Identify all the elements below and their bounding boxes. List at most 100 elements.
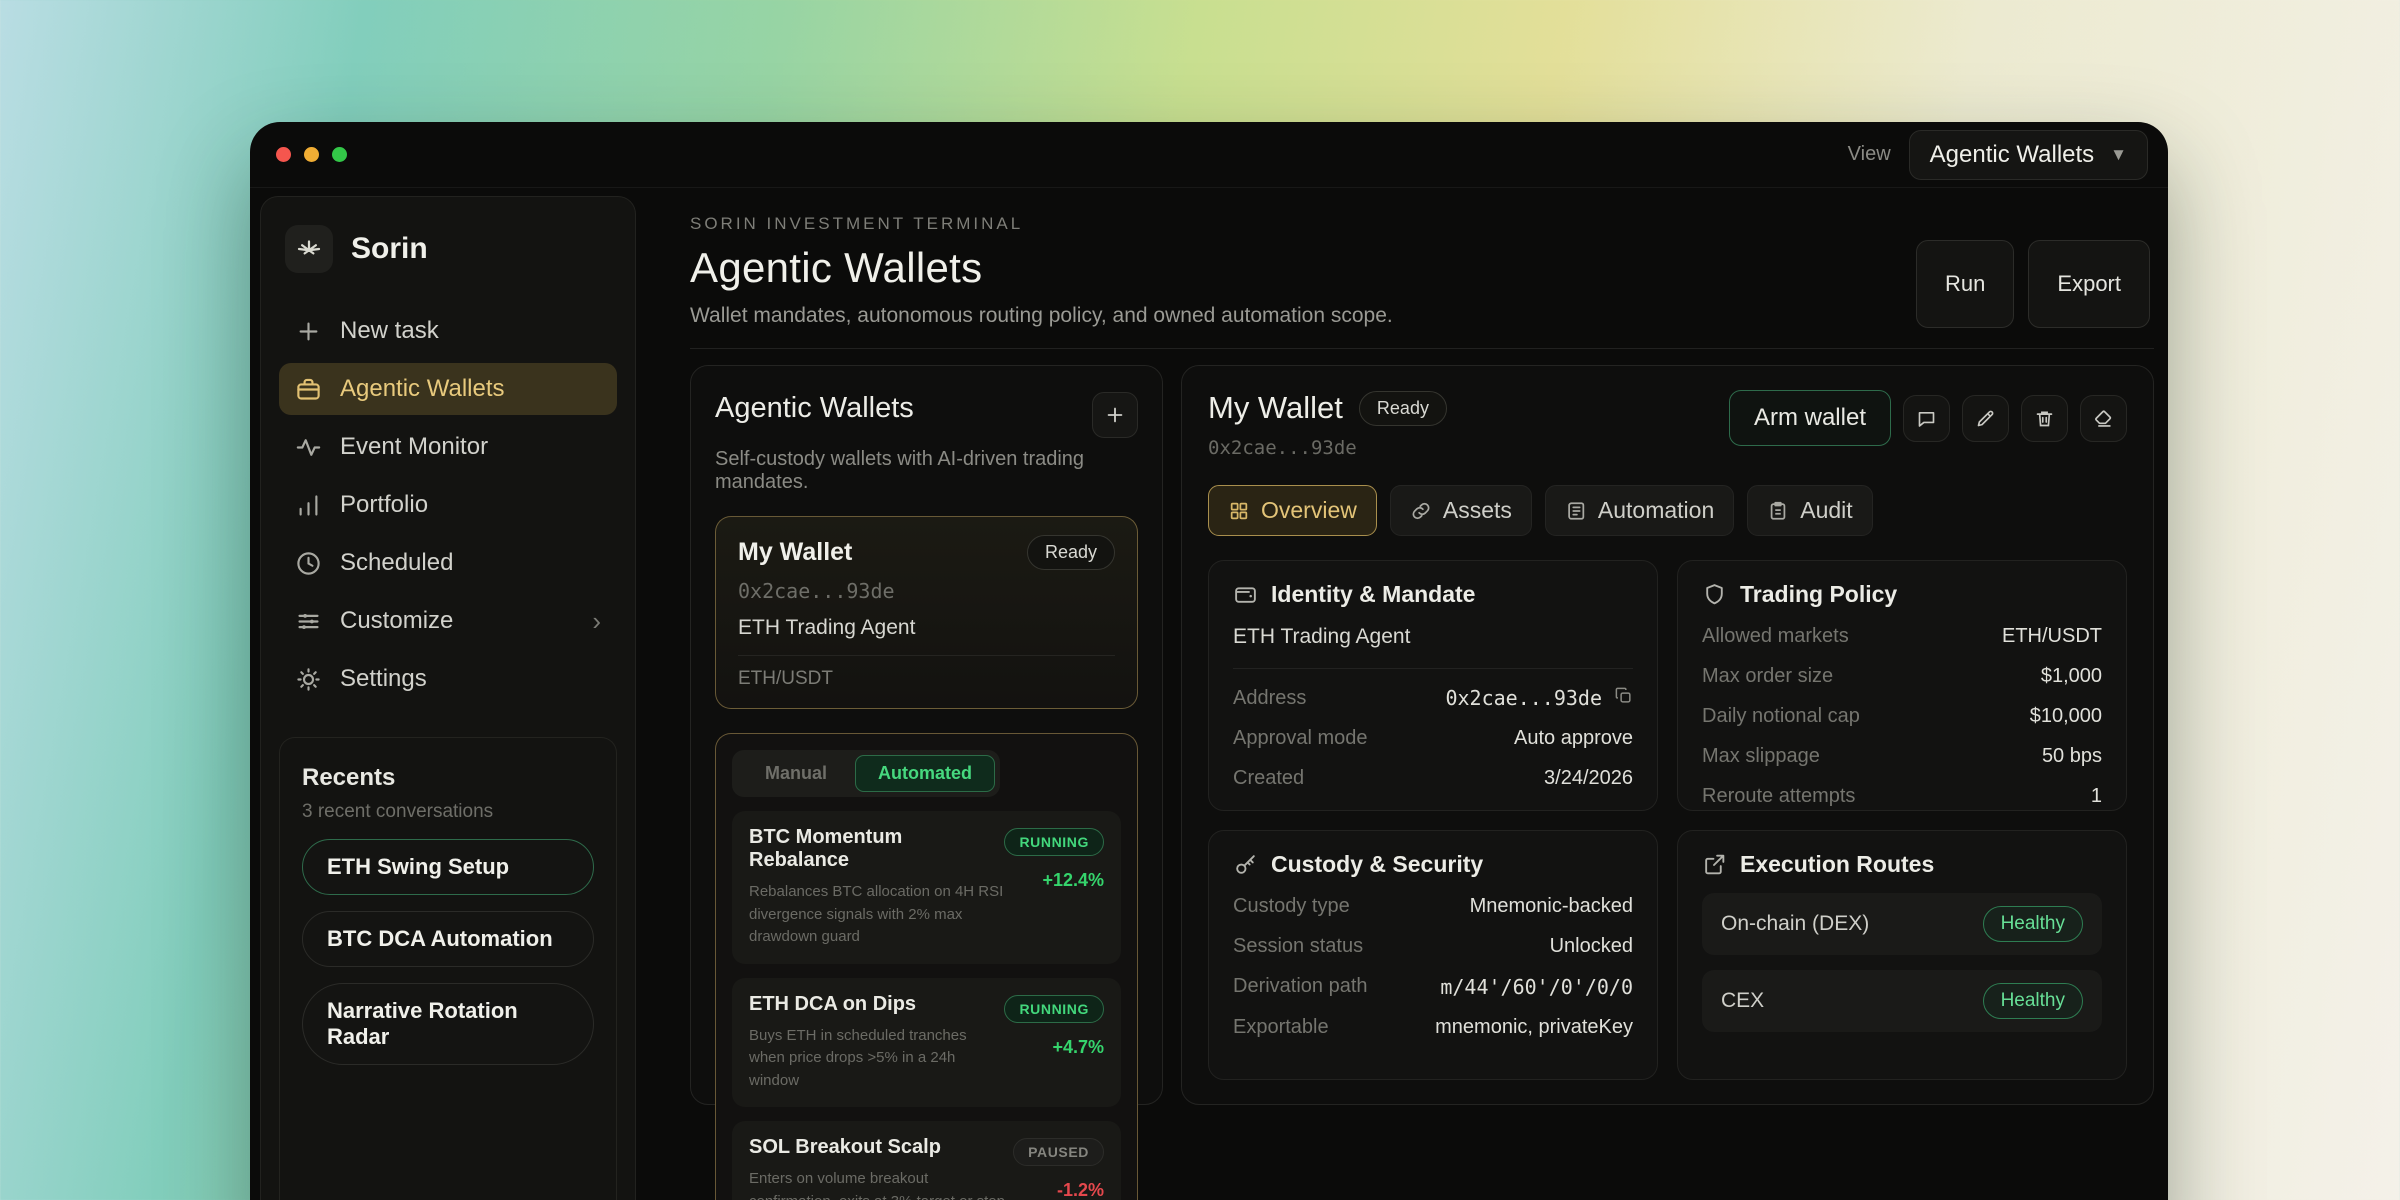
kv-label: Max order size (1702, 665, 1834, 687)
tab-label: Overview (1261, 497, 1357, 523)
kv-value: Mnemonic-backed (1469, 894, 1633, 917)
kv-value: m/44'/60'/0'/0/0 (1440, 974, 1633, 999)
detail-tabs: Overview Assets Automation Audit (1208, 485, 2127, 536)
automation-card: Manual Automated BTC Momentum Rebalance … (715, 733, 1138, 1200)
route-label: CEX (1721, 988, 1765, 1012)
identity-agent: ETH Trading Agent (1233, 625, 1411, 648)
zoom-window-button[interactable] (332, 147, 347, 162)
kv-label: Exportable (1233, 1015, 1329, 1038)
wallet-list-title: Agentic Wallets (715, 392, 914, 424)
sidebar-item-scheduled[interactable]: Scheduled (279, 537, 617, 589)
divider (738, 655, 1115, 656)
recent-conversation[interactable]: BTC DCA Automation (302, 911, 594, 967)
edit-button[interactable] (1962, 394, 2009, 442)
view-selector[interactable]: Agentic Wallets ▼ (1908, 129, 2148, 180)
main-content: SORIN INVESTMENT TERMINAL Agentic Wallet… (636, 188, 2168, 1200)
wallet-card[interactable]: My Wallet Ready 0x2cae...93de ETH Tradin… (715, 516, 1138, 709)
toggle-automated[interactable]: Automated (855, 755, 996, 792)
export-button[interactable]: Export (2028, 240, 2150, 328)
run-button[interactable]: Run (1916, 240, 2015, 328)
kv-value: 3/24/2026 (1544, 767, 1633, 789)
plus-icon (1107, 407, 1123, 423)
tab-assets[interactable]: Assets (1389, 485, 1532, 536)
sidebar-item-label: Event Monitor (340, 433, 489, 460)
sidebar-item-label: Portfolio (340, 491, 429, 518)
bar-chart-icon (299, 494, 318, 516)
strategy-performance: +4.7% (1052, 1036, 1104, 1057)
card-title: Identity & Mandate (1271, 581, 1476, 607)
link-icon (1412, 502, 1430, 519)
route-row: CEX Healthy (1702, 969, 2102, 1032)
card-title: Execution Routes (1740, 850, 1935, 877)
kv-value: ETH/USDT (2002, 625, 2102, 647)
recents-subtitle: 3 recent conversations (302, 801, 494, 822)
strategy-description: Buys ETH in scheduled tranches when pric… (749, 1026, 967, 1089)
sidebar-item-settings[interactable]: Settings (279, 653, 617, 705)
sliders-icon (298, 613, 319, 629)
pencil-icon (1977, 410, 1994, 426)
delete-button[interactable] (2021, 394, 2068, 442)
execution-routes-card: Execution Routes On-chain (DEX) Healthy … (1677, 829, 2127, 1080)
kv-label: Daily notional cap (1702, 705, 1860, 727)
recent-conversation[interactable]: ETH Swing Setup (302, 839, 594, 895)
page-header: SORIN INVESTMENT TERMINAL Agentic Wallet… (690, 188, 2154, 348)
clock-icon (297, 551, 320, 575)
activity-icon (296, 438, 321, 456)
page-title: Agentic Wallets (690, 244, 983, 291)
route-label: On-chain (DEX) (1721, 911, 1870, 935)
kv-value: 0x2cae...93de (1445, 686, 1602, 710)
sidebar-item-label: Settings (340, 665, 427, 692)
window-controls (276, 147, 347, 162)
wallet-name: My Wallet (738, 538, 853, 566)
sidebar-item-agentic-wallets[interactable]: Agentic Wallets (279, 363, 617, 415)
scroll-icon (1568, 501, 1585, 520)
arm-wallet-button[interactable]: Arm wallet (1728, 390, 1891, 446)
kv-label: Custody type (1233, 894, 1350, 917)
eraser-icon (2095, 410, 2112, 427)
custody-card: Custody & Security Custody type Mnemonic… (1208, 829, 1658, 1080)
mode-toggle: Manual Automated (732, 750, 1001, 797)
chevron-down-icon: ▼ (2110, 144, 2127, 164)
route-status-badge: Healthy (1982, 905, 2083, 942)
clear-button[interactable] (2080, 394, 2127, 442)
minimize-window-button[interactable] (304, 147, 319, 162)
add-wallet-button[interactable] (1092, 392, 1138, 438)
route-row: On-chain (DEX) Healthy (1702, 892, 2102, 955)
wallet-list-subtitle: Self-custody wallets with AI-driven trad… (715, 448, 1085, 493)
chevron-right-icon: › (592, 606, 601, 636)
key-icon (1236, 854, 1255, 874)
strategy-row[interactable]: BTC Momentum Rebalance Rebalances BTC al… (732, 811, 1121, 964)
copy-address-button[interactable] (1614, 686, 1633, 710)
view-label: View (1847, 143, 1891, 165)
grid-icon (1230, 502, 1248, 519)
tab-audit[interactable]: Audit (1747, 485, 1873, 536)
recent-conversation[interactable]: Narrative Rotation Radar (302, 983, 594, 1065)
tab-automation[interactable]: Automation (1544, 485, 1735, 536)
toggle-manual[interactable]: Manual (737, 755, 855, 792)
strategy-performance: +12.4% (1042, 870, 1104, 890)
sidebar-item-new-task[interactable]: New task (279, 305, 617, 357)
kv-label: Max slippage (1702, 745, 1820, 767)
sidebar-item-event-monitor[interactable]: Event Monitor (279, 421, 617, 473)
detail-status-badge: Ready (1358, 390, 1447, 426)
kv-label: Allowed markets (1702, 625, 1849, 647)
trash-icon (2036, 411, 2053, 426)
recents-panel: Recents 3 recent conversations ETH Swing… (279, 737, 617, 1200)
card-title: Custody & Security (1271, 850, 1484, 877)
strategy-name: BTC Momentum Rebalance (749, 826, 903, 871)
wallet-status-badge: Ready (1026, 535, 1115, 570)
comment-button[interactable] (1903, 394, 1950, 442)
strategy-description: Rebalances BTC allocation on 4H RSI dive… (749, 883, 1004, 945)
strategy-name: ETH DCA on Dips (749, 992, 917, 1015)
sidebar-item-label: New task (340, 317, 439, 344)
sidebar-item-customize[interactable]: Customize › (279, 595, 617, 647)
close-window-button[interactable] (276, 147, 291, 162)
sidebar-item-portfolio[interactable]: Portfolio (279, 479, 617, 531)
tab-overview[interactable]: Overview (1208, 485, 1377, 536)
strategy-row[interactable]: SOL Breakout Scalp Enters on volume brea… (732, 1121, 1121, 1200)
strategy-row[interactable]: ETH DCA on Dips Buys ETH in scheduled tr… (732, 977, 1121, 1107)
wallet-list-panel: Agentic Wallets Self-custody wallets wit… (690, 365, 1163, 1200)
wallet-agent: ETH Trading Agent (738, 616, 916, 639)
shield-icon (1706, 584, 1723, 605)
kv-label: Reroute attempts (1702, 785, 1856, 807)
